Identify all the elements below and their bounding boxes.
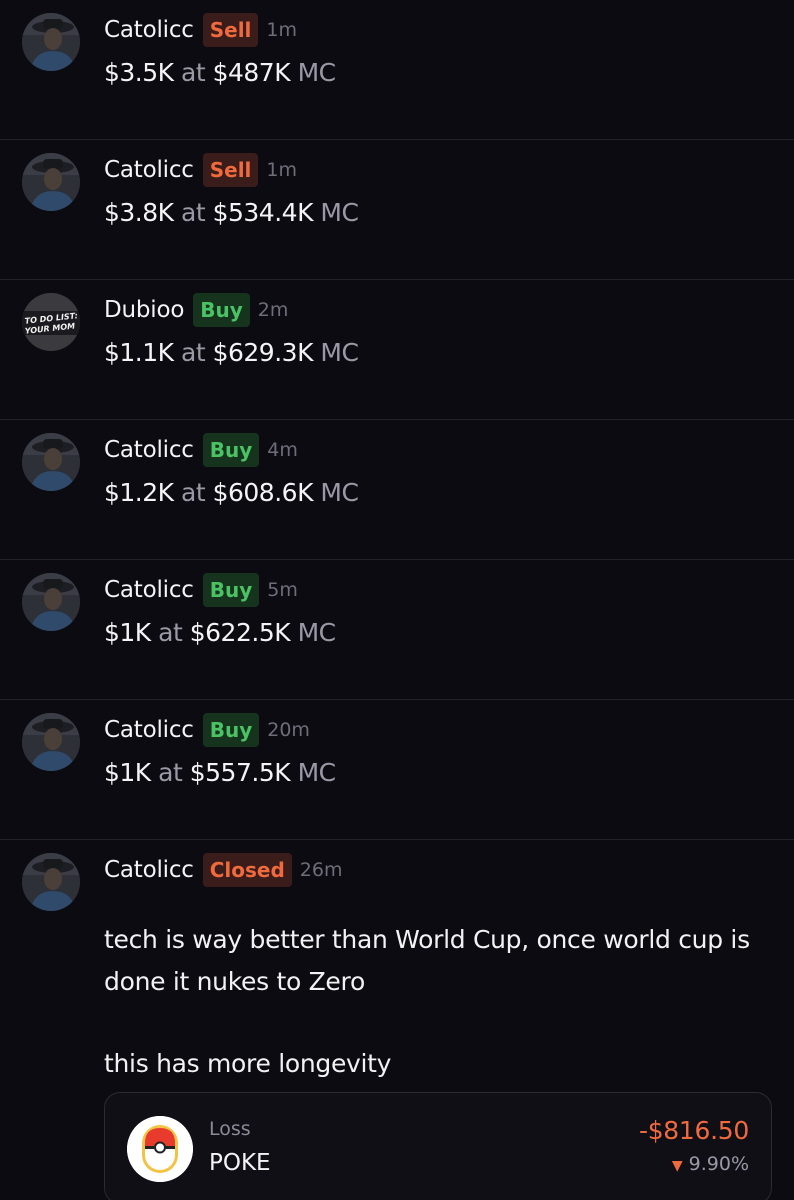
- mc-label: MC: [320, 338, 359, 367]
- trade-amount: $1K: [104, 758, 151, 787]
- timestamp: 20m: [267, 719, 310, 741]
- username[interactable]: Catolicc: [104, 857, 194, 883]
- timestamp: 4m: [267, 439, 298, 461]
- trade-header: Catolicc Sell 1m: [104, 153, 297, 187]
- token-logo-icon: [127, 1116, 193, 1182]
- avatar[interactable]: [22, 573, 80, 631]
- username[interactable]: Catolicc: [104, 17, 194, 43]
- at-label: at: [158, 758, 183, 787]
- at-label: at: [181, 198, 206, 227]
- timestamp: 2m: [257, 299, 289, 321]
- timestamp: 5m: [267, 579, 298, 601]
- down-triangle-icon: ▼: [671, 1158, 683, 1174]
- pnl-percent-row: ▼ 9.90%: [672, 1153, 749, 1175]
- result-label: Loss: [209, 1118, 251, 1140]
- message-text: tech is way better than World Cup, once …: [104, 925, 750, 996]
- trade-amount: $1K: [104, 618, 151, 647]
- avatar[interactable]: [22, 433, 80, 491]
- action-badge: Buy: [193, 293, 250, 327]
- trade-item[interactable]: Catolicc Buy 20m $1K at $557.5K MC: [0, 700, 794, 840]
- timestamp: 1m: [266, 19, 298, 41]
- username[interactable]: Catolicc: [104, 577, 194, 603]
- mc-label: MC: [297, 758, 337, 787]
- market-cap: $487K: [212, 58, 291, 87]
- mc-label: MC: [320, 198, 359, 227]
- post-header: Catolicc Closed 26m: [104, 853, 342, 887]
- trade-header: Catolicc Buy 20m: [104, 713, 310, 747]
- trade-item[interactable]: Catolicc Sell 1m $3.8K at $534.4K MC: [0, 140, 794, 280]
- market-cap: $629.3K: [212, 338, 314, 367]
- market-cap: $622.5K: [189, 618, 291, 647]
- trade-feed: Catolicc Sell 1m $3.5K at $487K MC Catol…: [0, 0, 794, 1200]
- trade-details: $3.5K at $487K MC: [104, 58, 336, 87]
- avatar[interactable]: [22, 713, 80, 771]
- action-badge: Buy: [202, 433, 260, 467]
- action-badge: Buy: [202, 713, 260, 747]
- trade-header: Catolicc Sell 1m: [104, 13, 297, 47]
- pnl-amount: -$816.50: [638, 1116, 749, 1145]
- mc-label: MC: [320, 478, 359, 507]
- token-ticker: POKE: [209, 1150, 271, 1176]
- trade-header: Catolicc Buy 4m: [104, 433, 298, 467]
- action-badge: Sell: [202, 13, 259, 47]
- trade-details: $1.1K at $629.3K MC: [104, 338, 359, 367]
- post-message: tech is way better than World Cup, once …: [104, 919, 784, 1085]
- username[interactable]: Dubioo: [104, 297, 184, 323]
- trade-item[interactable]: Catolicc Buy 5m $1K at $622.5K MC: [0, 560, 794, 700]
- trade-details: $1K at $557.5K MC: [104, 758, 336, 787]
- avatar[interactable]: TO DO LIST: YOUR MOM: [22, 293, 80, 351]
- mc-label: MC: [297, 58, 337, 87]
- trade-item[interactable]: TO DO LIST: YOUR MOM Dubioo Buy 2m $1.1K…: [0, 280, 794, 420]
- username[interactable]: Catolicc: [104, 717, 194, 743]
- pnl-card[interactable]: Loss POKE -$816.50 ▼ 9.90%: [104, 1092, 772, 1200]
- trade-header: Catolicc Buy 5m: [104, 573, 298, 607]
- trade-item[interactable]: Catolicc Sell 1m $3.5K at $487K MC: [0, 0, 794, 140]
- closed-post[interactable]: Catolicc Closed 26m tech is way better t…: [0, 840, 794, 1200]
- trade-amount: $3.5K: [104, 58, 174, 87]
- trade-amount: $1.1K: [104, 338, 174, 367]
- timestamp: 26m: [299, 859, 343, 881]
- trade-details: $1.2K at $608.6K MC: [104, 478, 359, 507]
- trade-item[interactable]: Catolicc Buy 4m $1.2K at $608.6K MC: [0, 420, 794, 560]
- username[interactable]: Catolicc: [104, 157, 194, 183]
- at-label: at: [181, 58, 206, 87]
- trade-details: $3.8K at $534.4K MC: [104, 198, 359, 227]
- timestamp: 1m: [266, 159, 298, 181]
- action-badge: Closed: [202, 853, 292, 887]
- action-badge: Sell: [202, 153, 259, 187]
- avatar[interactable]: [22, 153, 80, 211]
- market-cap: $608.6K: [212, 478, 314, 507]
- at-label: at: [181, 478, 206, 507]
- at-label: at: [158, 618, 183, 647]
- mc-label: MC: [297, 618, 337, 647]
- market-cap: $534.4K: [212, 198, 314, 227]
- avatar[interactable]: [22, 13, 80, 71]
- trade-details: $1K at $622.5K MC: [104, 618, 336, 647]
- message-text: this has more longevity: [104, 1049, 392, 1078]
- trade-amount: $3.8K: [104, 198, 174, 227]
- pnl-percent: 9.90%: [688, 1153, 749, 1175]
- trade-header: Dubioo Buy 2m: [104, 293, 288, 327]
- action-badge: Buy: [202, 573, 260, 607]
- username[interactable]: Catolicc: [104, 437, 194, 463]
- at-label: at: [181, 338, 206, 367]
- market-cap: $557.5K: [189, 758, 291, 787]
- trade-amount: $1.2K: [104, 478, 174, 507]
- avatar[interactable]: [22, 853, 80, 911]
